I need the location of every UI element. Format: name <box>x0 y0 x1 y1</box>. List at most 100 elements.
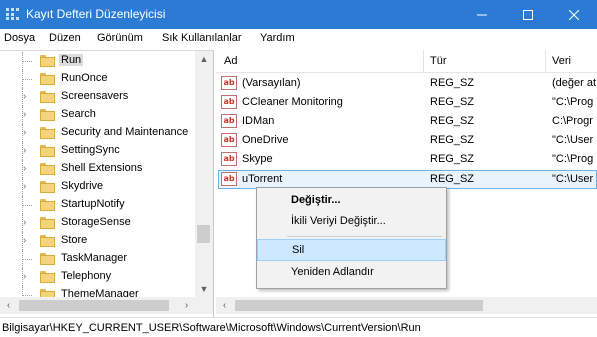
folder-icon <box>40 181 55 193</box>
tree-item-shell-extensions[interactable]: › Shell Extensions <box>0 160 196 178</box>
menu-sik-kullanilanlar[interactable]: Sık Kullanılanlar <box>162 32 242 44</box>
list-header: Ad Tür Veri <box>216 50 597 73</box>
tree-item-store[interactable]: › Store <box>0 232 196 250</box>
column-header-type[interactable]: Tür <box>430 55 447 67</box>
menu-gorunum[interactable]: Görünüm <box>97 32 143 44</box>
value-data: "C:\Prog <box>552 153 594 165</box>
value-data: "C:\User <box>552 173 594 185</box>
folder-icon <box>40 163 55 175</box>
minimize-icon <box>477 14 487 15</box>
scroll-down-icon[interactable]: ▼ <box>195 281 213 298</box>
context-menu-modify[interactable]: Değiştir... <box>257 190 446 212</box>
tree-item-label: Screensavers <box>61 90 129 102</box>
scroll-thumb[interactable] <box>197 225 210 243</box>
tree-vertical-scrollbar[interactable]: ▲ ▼ <box>195 51 213 299</box>
tree-item-security-and-maintenance[interactable]: › Security and Maintenance <box>0 124 196 142</box>
folder-icon <box>40 145 55 157</box>
tree-item-storagesense[interactable]: › StorageSense <box>0 214 196 232</box>
minimize-button[interactable] <box>459 0 505 29</box>
value-type: REG_SZ <box>430 173 475 185</box>
chevron-right-icon[interactable]: › <box>23 163 33 175</box>
list-row[interactable]: ab OneDrive REG_SZ "C:\User <box>216 131 597 150</box>
chevron-right-icon[interactable]: › <box>23 217 33 229</box>
scroll-thumb[interactable] <box>235 300 483 311</box>
context-menu-delete[interactable]: Sil <box>257 239 446 261</box>
value-data: "C:\User <box>552 134 594 146</box>
folder-icon <box>40 217 55 229</box>
close-button[interactable] <box>551 0 597 29</box>
scroll-up-icon[interactable]: ▲ <box>195 51 213 68</box>
tree-item-startupnotify[interactable]: StartupNotify <box>0 196 196 214</box>
string-value-icon: ab <box>221 114 237 128</box>
tree-item-label: Skydrive <box>61 180 104 192</box>
folder-icon <box>40 109 55 121</box>
menu-bar: Dosya Düzen Görünüm Sık Kullanılanlar Ya… <box>0 29 597 49</box>
chevron-right-icon[interactable]: › <box>23 235 33 247</box>
value-data: (değer at <box>552 77 597 89</box>
string-value-icon: ab <box>221 95 237 109</box>
tree-horizontal-scrollbar[interactable]: ‹ › <box>0 297 213 314</box>
tree-item-label: Telephony <box>61 270 112 282</box>
value-type: REG_SZ <box>430 96 475 108</box>
regedit-app-icon <box>6 8 19 20</box>
chevron-right-icon[interactable]: › <box>23 181 33 193</box>
scroll-thumb[interactable] <box>19 300 169 311</box>
tree-item-label: StartupNotify <box>61 198 125 210</box>
value-type: REG_SZ <box>430 134 475 146</box>
tree-item-label: RunOnce <box>61 72 108 84</box>
folder-icon <box>40 253 55 265</box>
menu-duzen[interactable]: Düzen <box>49 32 81 44</box>
value-type: REG_SZ <box>430 77 475 89</box>
close-icon <box>569 9 579 20</box>
tree-item-settingsync[interactable]: › SettingSync <box>0 142 196 160</box>
tree-item-search[interactable]: › Search <box>0 106 196 124</box>
status-bar: Bilgisayar\HKEY_CURRENT_USER\Software\Mi… <box>0 317 597 337</box>
string-value-icon: ab <box>221 76 237 90</box>
context-menu-modify-binary[interactable]: İkili Veriyi Değiştir... <box>257 211 446 233</box>
maximize-button[interactable] <box>505 0 551 29</box>
chevron-right-icon[interactable]: › <box>23 109 33 121</box>
tree-item-telephony[interactable]: › Telephony <box>0 268 196 286</box>
tree-item-label: Store <box>61 234 88 246</box>
tree-item-label: Run <box>59 54 84 66</box>
list-row[interactable]: ab CCleaner Monitoring REG_SZ "C:\Prog <box>216 93 597 112</box>
scroll-left-icon[interactable]: ‹ <box>0 297 17 314</box>
tree-item-label: StorageSense <box>61 216 131 228</box>
tree-item-screensavers[interactable]: › Screensavers <box>0 88 196 106</box>
context-menu-rename[interactable]: Yeniden Adlandır <box>257 262 446 284</box>
menu-yardim[interactable]: Yardım <box>260 32 295 44</box>
scroll-right-icon[interactable]: › <box>178 297 195 314</box>
list-row[interactable]: ab Skype REG_SZ "C:\Prog <box>216 150 597 169</box>
value-type: REG_SZ <box>430 115 475 127</box>
folder-icon <box>40 127 55 139</box>
tree-item-label: Shell Extensions <box>61 162 143 174</box>
list-horizontal-scrollbar[interactable]: ‹ <box>216 297 597 314</box>
list-row[interactable]: ab (Varsayılan) REG_SZ (değer at <box>216 74 597 93</box>
tree-item-skydrive[interactable]: › Skydrive <box>0 178 196 196</box>
value-data: C:\Progr <box>552 115 593 127</box>
maximize-icon <box>523 9 533 20</box>
tree-item-taskmanager[interactable]: TaskManager <box>0 250 196 268</box>
tree-item-run[interactable]: Run <box>0 52 196 70</box>
chevron-right-icon[interactable]: › <box>23 91 33 103</box>
menu-dosya[interactable]: Dosya <box>4 32 35 44</box>
title-bar: Kayıt Defteri Düzenleyicisi <box>0 0 597 29</box>
value-data: "C:\Prog <box>552 96 594 108</box>
folder-icon <box>40 73 55 85</box>
chevron-right-icon[interactable]: › <box>23 127 33 139</box>
registry-tree[interactable]: Run RunOnce › Screensavers › Search › Se… <box>0 50 214 317</box>
scroll-left-icon[interactable]: ‹ <box>216 297 233 314</box>
value-type: REG_SZ <box>430 153 475 165</box>
folder-icon <box>40 199 55 211</box>
value-name: OneDrive <box>242 134 289 146</box>
menu-divider <box>287 236 442 237</box>
list-row[interactable]: ab IDMan REG_SZ C:\Progr <box>216 112 597 131</box>
column-header-data[interactable]: Veri <box>552 55 571 67</box>
tree-item-label: SettingSync <box>61 144 120 156</box>
chevron-right-icon[interactable]: › <box>23 145 33 157</box>
tree-item-label: TaskManager <box>61 252 128 264</box>
chevron-right-icon[interactable]: › <box>23 271 33 283</box>
tree-item-runonce[interactable]: RunOnce <box>0 70 196 88</box>
string-value-icon: ab <box>221 133 237 147</box>
column-header-name[interactable]: Ad <box>224 55 237 67</box>
